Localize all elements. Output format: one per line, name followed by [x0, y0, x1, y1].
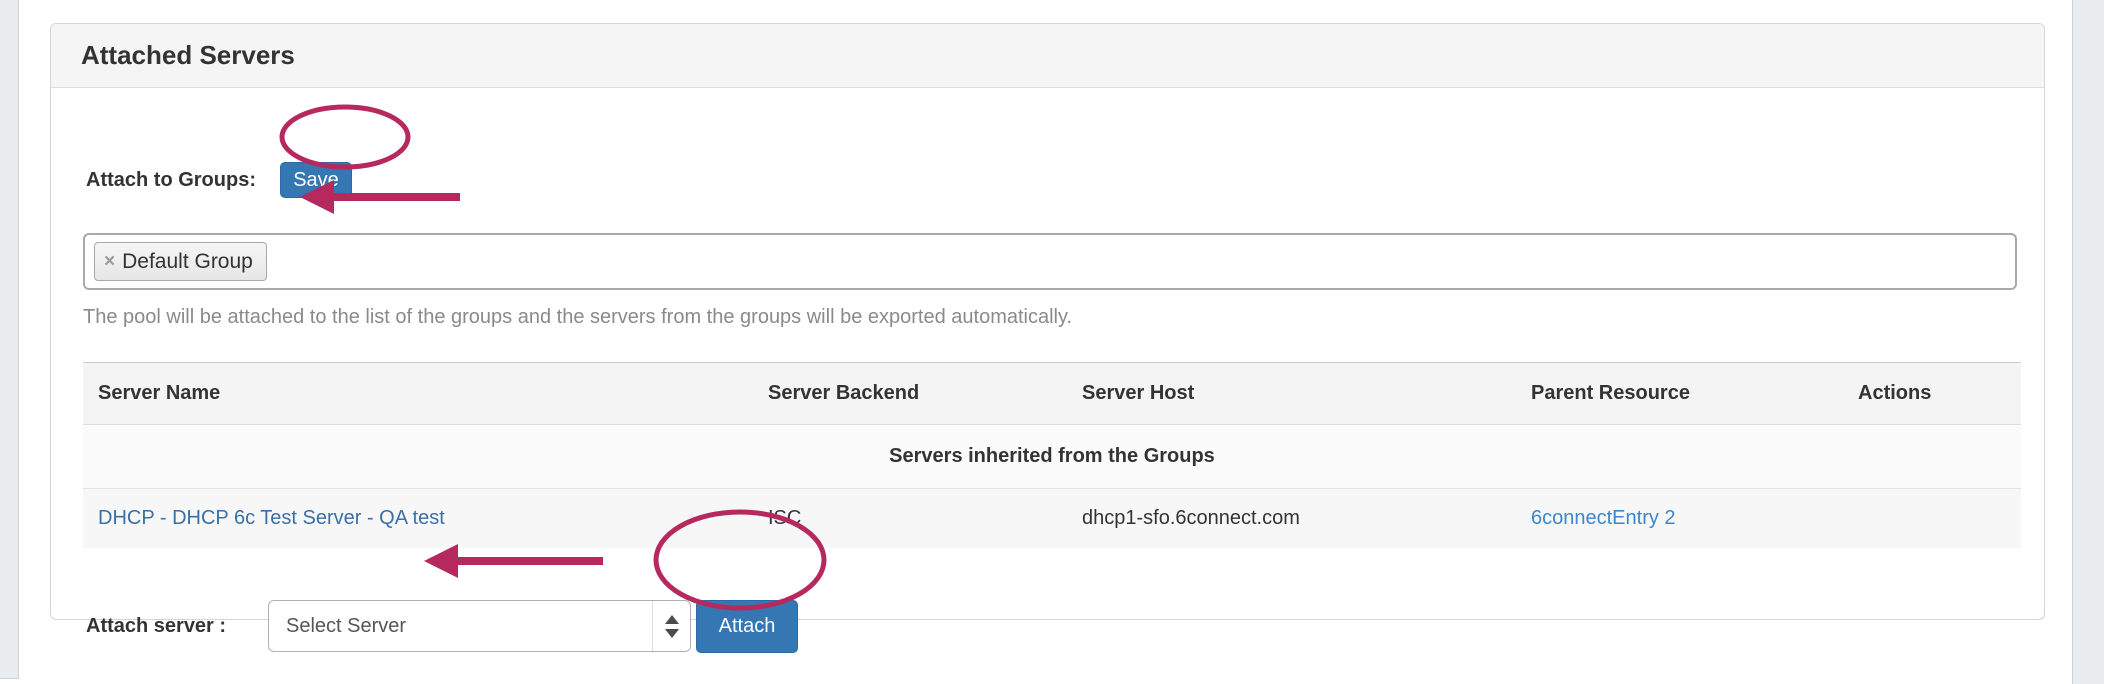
attach-to-groups-row: Attach to Groups: Save	[86, 162, 352, 198]
server-host-cell: dhcp1-sfo.6connect.com	[1082, 489, 1531, 548]
server-name-cell: DHCP - DHCP 6c Test Server - QA test	[83, 489, 768, 548]
groups-help-text: The pool will be attached to the list of…	[83, 306, 1072, 329]
column-header-parent-resource: Parent Resource	[1531, 363, 1858, 425]
server-name-link[interactable]: DHCP - DHCP 6c Test Server - QA test	[98, 507, 445, 529]
column-header-server-backend: Server Backend	[768, 363, 1082, 425]
servers-table: Server Name Server Backend Server Host P…	[83, 362, 2021, 548]
attached-servers-panel: Attached Servers Attach to Groups: Save …	[50, 23, 2045, 620]
group-tag-label: Default Group	[122, 250, 253, 274]
inherited-group-label: Servers inherited from the Groups	[83, 425, 2021, 489]
server-backend-cell: ISC	[768, 489, 1082, 548]
column-header-actions: Actions	[1858, 363, 2021, 425]
column-header-server-name: Server Name	[83, 363, 768, 425]
attach-server-label: Attach server :	[86, 615, 226, 638]
actions-cell	[1858, 489, 2021, 548]
attach-to-groups-label: Attach to Groups:	[86, 169, 256, 192]
group-tag-chip: × Default Group	[94, 242, 267, 281]
chevron-up-icon	[665, 615, 679, 624]
attach-button[interactable]: Attach	[696, 600, 798, 653]
page-left-gutter	[0, 0, 19, 679]
select-stepper-icon[interactable]	[652, 601, 690, 651]
panel-body: Attach to Groups: Save × Default Group T…	[51, 88, 2044, 619]
panel-header: Attached Servers	[51, 24, 2044, 88]
remove-tag-icon[interactable]: ×	[104, 251, 115, 273]
parent-resource-cell: 6connectEntry 2	[1531, 489, 1858, 548]
inherited-group-row: Servers inherited from the Groups	[83, 425, 2021, 489]
chevron-down-icon	[665, 629, 679, 638]
parent-resource-link[interactable]: 6connectEntry 2	[1531, 507, 1676, 529]
column-header-server-host: Server Host	[1082, 363, 1531, 425]
server-select-dropdown[interactable]: Select Server	[268, 600, 691, 652]
table-header-row: Server Name Server Backend Server Host P…	[83, 363, 2021, 425]
save-button[interactable]: Save	[280, 162, 352, 198]
panel-title: Attached Servers	[81, 40, 295, 71]
page-right-gutter	[2072, 0, 2104, 684]
server-select-value: Select Server	[286, 615, 406, 638]
table-row: DHCP - DHCP 6c Test Server - QA test ISC…	[83, 489, 2021, 548]
groups-tag-input[interactable]: × Default Group	[83, 233, 2017, 290]
